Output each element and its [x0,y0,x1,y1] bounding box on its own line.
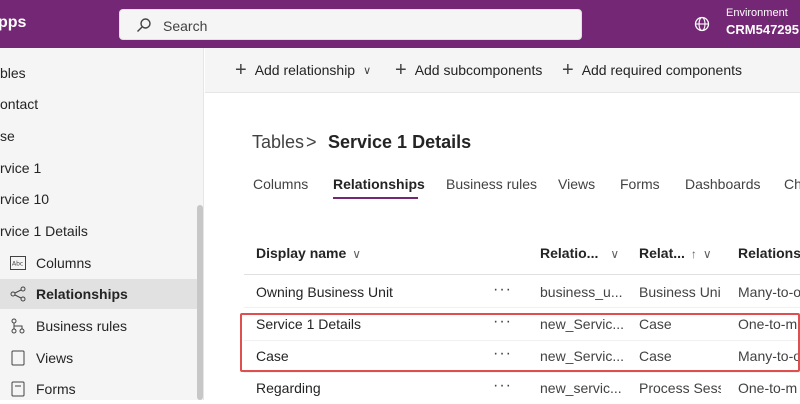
svg-text:Abc: Abc [12,261,23,268]
row-more-button[interactable]: ··· [493,377,512,395]
chevron-down-icon: ∨ [702,247,712,261]
column-header-label: Display name [256,245,347,261]
add-required-components-label: Add required components [581,62,743,78]
sidebar-item-service-1[interactable]: rvice 1 [0,153,198,183]
search-placeholder: Search [163,18,208,34]
tab-charts[interactable]: Ch [784,176,800,192]
cell-display-name[interactable]: Owning Business Unit [256,284,486,300]
search-box[interactable]: Search [119,9,582,40]
plus-icon: + [562,59,574,81]
row-more-button[interactable]: ··· [493,281,512,299]
sidebar-item-views[interactable]: Views [0,343,198,373]
cell-related-table: Process Sessi [639,380,721,396]
sidebar-item-columns[interactable]: Abc Columns [0,248,198,278]
add-required-components-button[interactable]: + Add required components [562,59,743,81]
sidebar-item-tables[interactable]: bles [0,58,198,88]
sidebar-item-label: Views [36,350,74,366]
sidebar-item-relationships[interactable]: Relationships [0,279,198,309]
add-subcomponents-button[interactable]: + Add subcomponents [395,59,543,81]
columns-icon: Abc [10,255,26,271]
chevron-down-icon: ∨ [352,247,362,261]
breadcrumb-tables[interactable]: Tables [252,132,304,153]
row-divider [244,372,800,373]
cell-relationship-type: Many-to-o [738,284,800,300]
app-title[interactable]: pps [0,14,26,32]
environment-value[interactable]: CRM547295 [726,22,799,37]
highlight-box [240,313,800,372]
sidebar-item-label: rvice 10 [0,191,50,207]
globe-icon [694,16,710,32]
sidebar-item-label: ontact [0,96,39,112]
column-header-relationship-type[interactable]: Relationsh [738,245,800,261]
sidebar-item-label: Forms [36,381,76,397]
command-bar: + Add relationship ∨ + Add subcomponents… [205,48,800,93]
relationships-icon [10,286,26,302]
column-header-display-name[interactable]: Display name ∨ [256,245,361,261]
cell-relationship-name: new_servic... [540,380,622,396]
business-rules-icon [10,318,26,334]
column-header-related-table[interactable]: Relat... ↑ ∨ [639,245,712,261]
tab-dashboards[interactable]: Dashboards [685,176,761,192]
forms-icon [10,381,26,397]
active-tab-indicator [333,197,418,199]
more-commands-button[interactable]: ··· [766,10,787,31]
sidebar-item-label: se [0,128,15,144]
cell-relationship-type: One-to-m [738,380,798,396]
sidebar-item-label: rvice 1 Details [0,223,88,239]
page-title: Service 1 Details [328,132,472,152]
sidebar-scrollbar[interactable] [197,205,203,400]
chevron-down-icon: ∨ [610,247,620,261]
column-header-relationship-name[interactable]: Relatio... ∨ [540,245,619,261]
sidebar-item-case[interactable]: se [0,121,198,151]
column-header-label: Relationsh [738,245,800,261]
row-divider [244,307,800,308]
sidebar-item-business-rules[interactable]: Business rules [0,311,198,341]
column-header-label: Relat... [639,245,685,261]
tab-views[interactable]: Views [558,176,595,192]
header-divider [244,274,800,275]
cell-related-table: Business Unit [639,284,721,300]
sidebar-item-label: Business rules [36,318,128,334]
tab-relationships[interactable]: Relationships [333,176,425,192]
sidebar-item-label: bles [0,65,26,81]
add-relationship-button[interactable]: + Add relationship ∨ [235,59,372,81]
chevron-down-icon: ∨ [363,64,372,77]
sidebar-item-contact[interactable]: ontact [0,89,198,119]
sidebar-item-label: rvice 1 [0,160,42,176]
add-relationship-label: Add relationship [254,62,356,78]
cell-display-name[interactable]: Regarding [256,380,486,396]
chevron-right-icon: > [306,132,317,152]
tab-business-rules[interactable]: Business rules [446,176,537,192]
add-subcomponents-label: Add subcomponents [414,62,543,78]
sidebar-item-label: Columns [36,255,92,271]
sidebar-item-service-10[interactable]: rvice 10 [0,184,198,214]
sidebar: bles ontact se rvice 1 rvice 10 rvice 1 … [0,48,204,400]
search-icon [137,18,151,32]
column-header-label: Relatio... [540,245,599,261]
plus-icon: + [395,59,407,81]
top-bar: pps Search Environment CRM547295 [0,0,800,48]
plus-icon: + [235,59,247,81]
tab-forms[interactable]: Forms [620,176,660,192]
tab-columns[interactable]: Columns [253,176,308,192]
cell-relationship-name: business_u... [540,284,623,300]
sidebar-item-service-1-details[interactable]: rvice 1 Details [0,216,198,246]
sort-ascending-icon: ↑ [690,247,697,261]
sidebar-item-label: Relationships [36,286,128,302]
views-icon [10,350,26,366]
